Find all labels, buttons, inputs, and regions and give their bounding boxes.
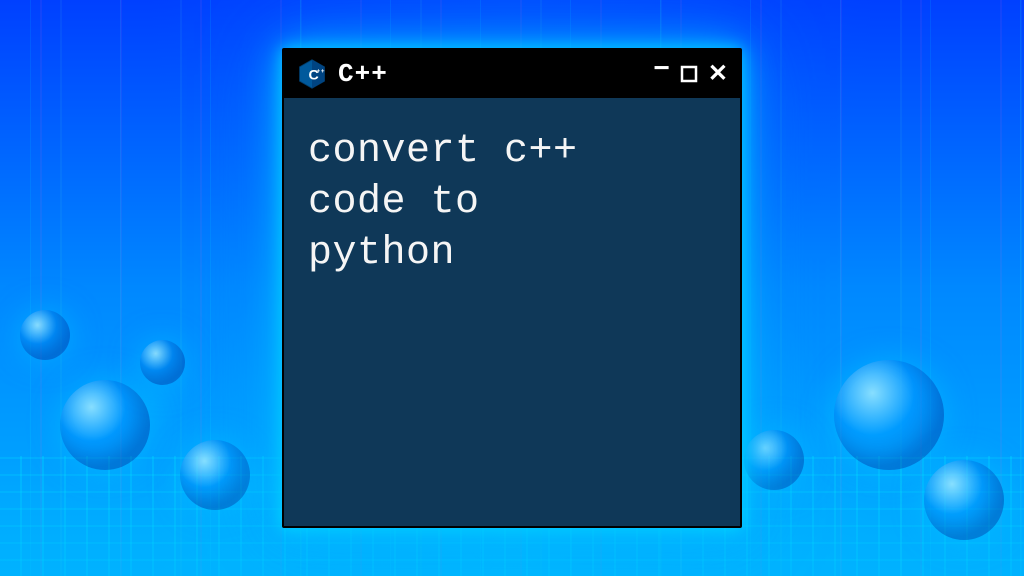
window-controls: − ✕ bbox=[654, 60, 728, 88]
decorative-sphere bbox=[744, 430, 804, 490]
window-body: convert c++ code to python bbox=[284, 98, 740, 526]
cpp-hexagon-icon: C + + bbox=[296, 58, 328, 90]
window-titlebar[interactable]: C + + C++ − ✕ bbox=[284, 50, 740, 98]
terminal-window: C + + C++ − ✕ convert c++ code to python bbox=[282, 48, 742, 528]
svg-text:+: + bbox=[316, 68, 320, 75]
close-button[interactable]: ✕ bbox=[708, 62, 728, 86]
decorative-sphere bbox=[20, 310, 70, 360]
minimize-button[interactable]: − bbox=[654, 54, 670, 82]
decorative-sphere bbox=[180, 440, 250, 510]
decorative-sphere bbox=[140, 340, 185, 385]
svg-text:+: + bbox=[321, 68, 325, 75]
window-title: C++ bbox=[338, 59, 644, 89]
maximize-button[interactable] bbox=[680, 65, 698, 83]
decorative-sphere bbox=[924, 460, 1004, 540]
decorative-sphere bbox=[60, 380, 150, 470]
terminal-content: convert c++ code to python bbox=[308, 126, 716, 280]
decorative-sphere bbox=[834, 360, 944, 470]
